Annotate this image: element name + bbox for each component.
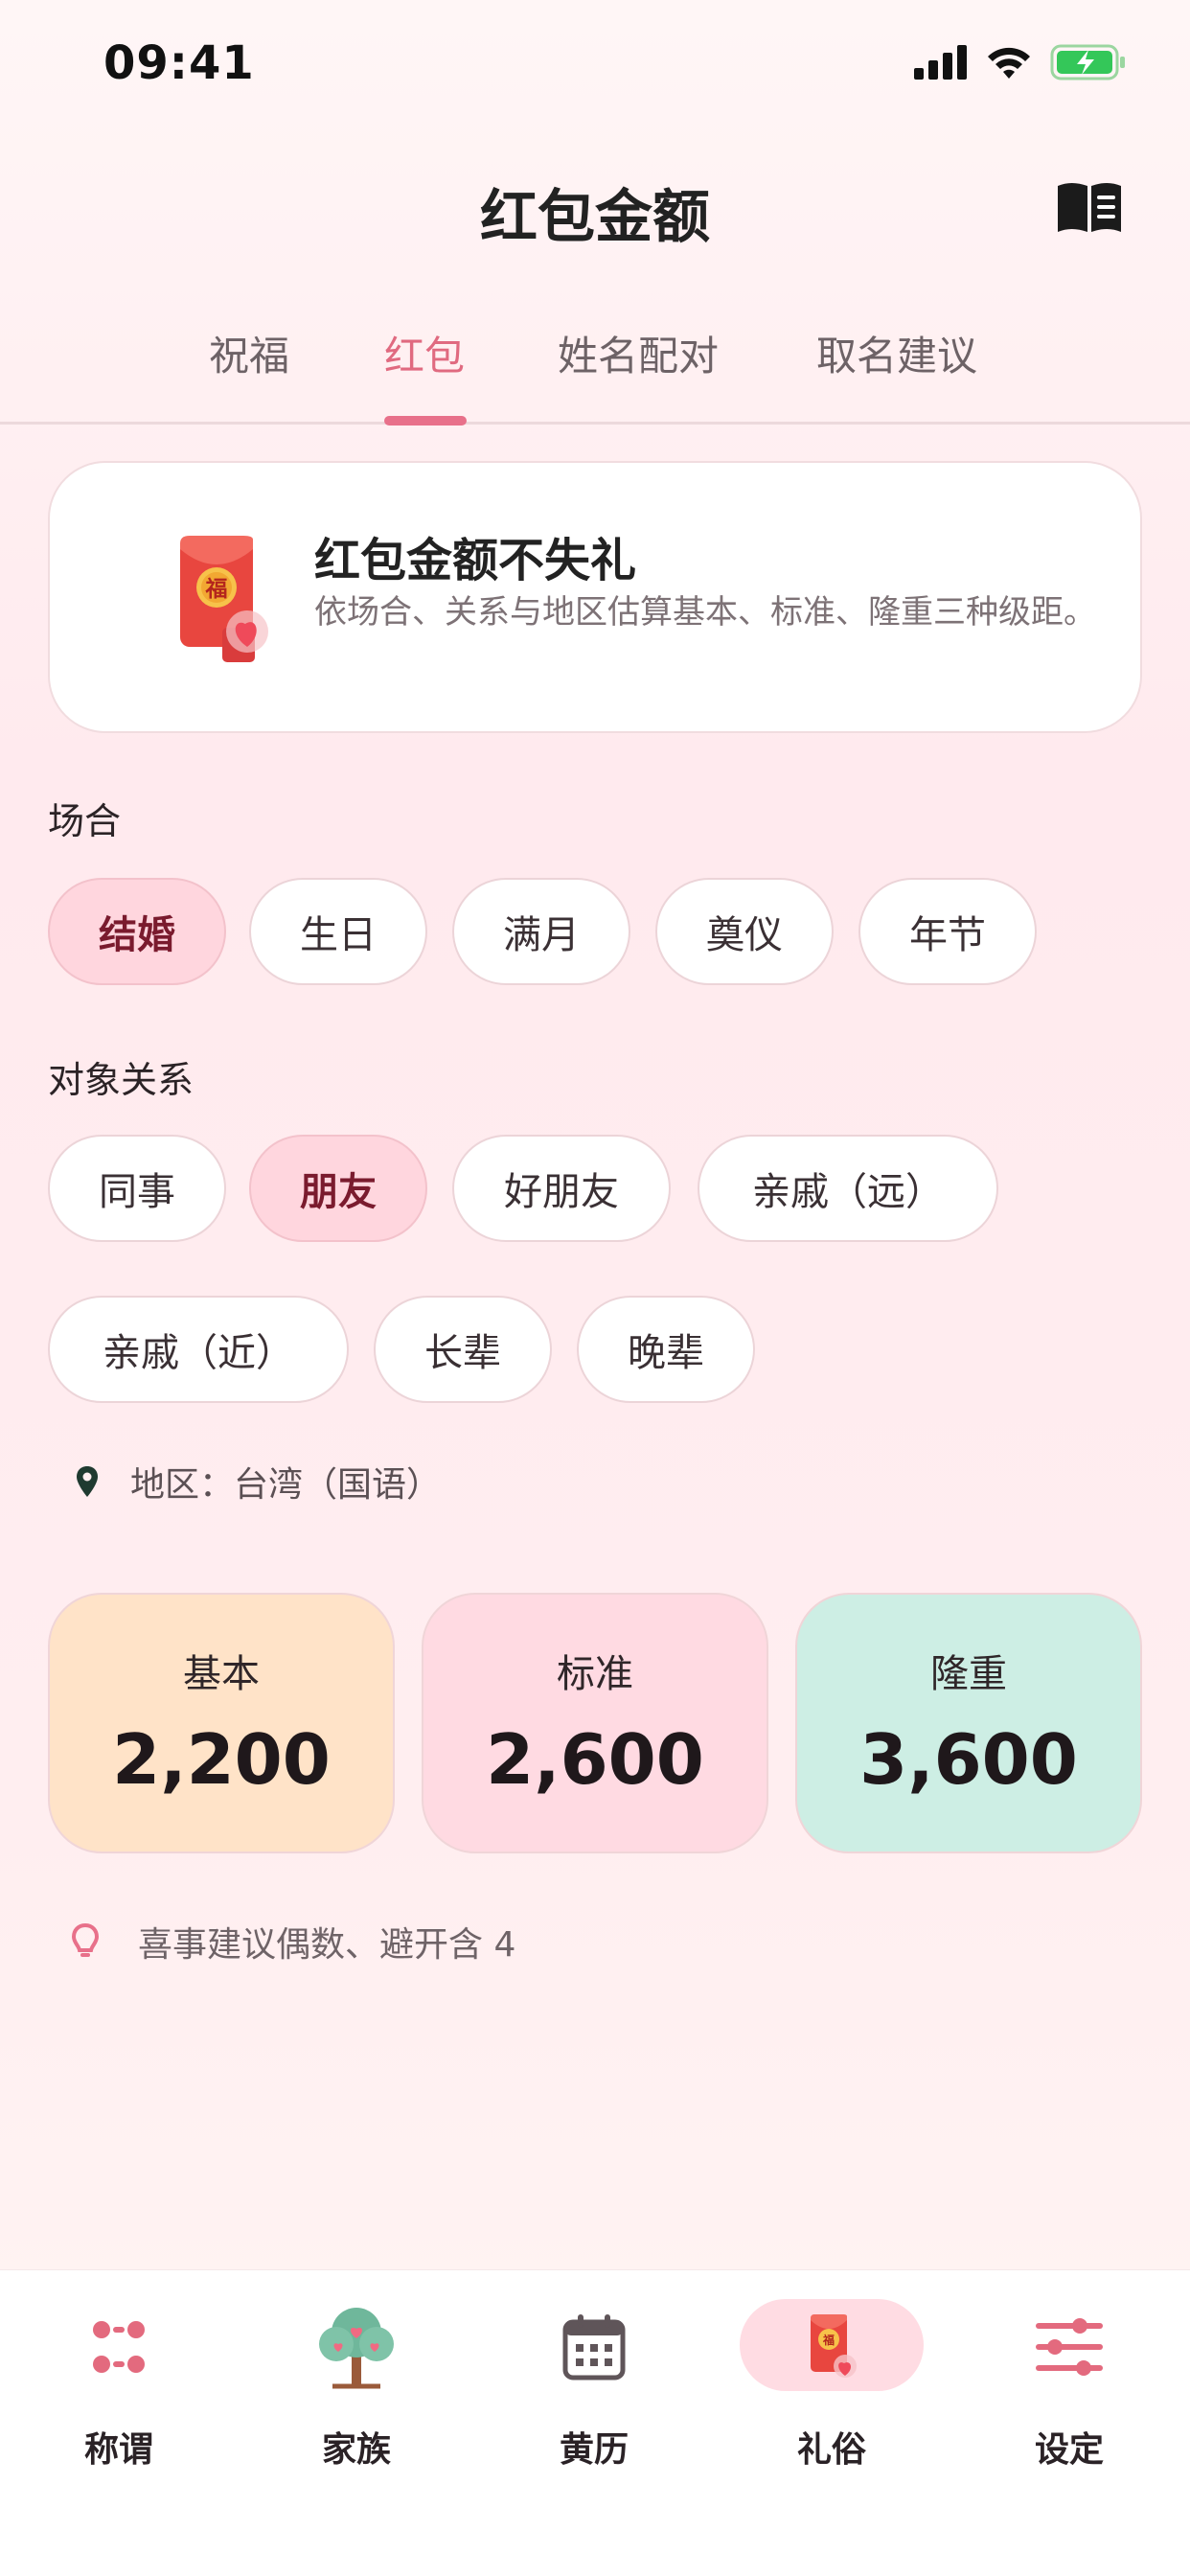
occasion-chip-funeral[interactable]: 奠仪 bbox=[655, 878, 834, 985]
nav-item-almanac[interactable]: 黄历 bbox=[475, 2270, 713, 2491]
nav-label: 称谓 bbox=[83, 2430, 153, 2470]
amount-label: 基本 bbox=[183, 1652, 260, 1696]
relation-chip-friend[interactable]: 朋友 bbox=[249, 1135, 427, 1242]
occasion-chip-wedding[interactable]: 结婚 bbox=[48, 878, 226, 985]
amount-label: 隆重 bbox=[930, 1652, 1007, 1696]
tab-blessing[interactable]: 祝福 bbox=[209, 324, 289, 382]
nav-item-customs[interactable]: 福 礼俗 bbox=[713, 2270, 950, 2491]
tip-text: 喜事建议偶数、避开含 4 bbox=[138, 1925, 516, 1965]
relation-chip-close-relative[interactable]: 亲戚（近） bbox=[48, 1296, 349, 1403]
battery-charging-icon bbox=[1050, 44, 1125, 80]
occasion-label: 场合 bbox=[48, 800, 122, 842]
relation-chip-elder[interactable]: 长辈 bbox=[374, 1296, 552, 1403]
occasion-chip-full-month[interactable]: 满月 bbox=[452, 878, 630, 985]
book-icon[interactable] bbox=[1056, 180, 1123, 234]
relation-label: 对象关系 bbox=[48, 1059, 195, 1101]
signal-icon bbox=[914, 45, 967, 80]
nav-label: 黄历 bbox=[559, 2430, 629, 2470]
red-envelope-icon: 福 bbox=[180, 536, 268, 662]
nav-item-titles[interactable]: 称谓 bbox=[0, 2270, 238, 2491]
calendar-icon bbox=[562, 2314, 626, 2380]
relation-chip-close-friend[interactable]: 好朋友 bbox=[452, 1135, 671, 1242]
family-tree-icon bbox=[319, 2308, 394, 2389]
sliders-icon bbox=[1036, 2318, 1103, 2376]
amount-value: 2,600 bbox=[486, 1719, 704, 1800]
red-envelope-icon: 福 bbox=[811, 2314, 857, 2378]
fu-character: 福 bbox=[205, 577, 228, 602]
nav-label: 礼俗 bbox=[796, 2430, 866, 2470]
tab-bar: 祝福 红包 姓名配对 取名建议 bbox=[0, 305, 1190, 426]
tab-name-match[interactable]: 姓名配对 bbox=[558, 324, 719, 382]
nav-item-family[interactable]: 家族 bbox=[238, 2270, 475, 2491]
svg-text:福: 福 bbox=[822, 2333, 835, 2347]
amount-card-basic: 基本 2,200 bbox=[48, 1593, 395, 1853]
lightbulb-icon bbox=[71, 1922, 100, 1957]
relation-chip-colleague[interactable]: 同事 bbox=[48, 1135, 226, 1242]
relation-chip-distant-relative[interactable]: 亲戚（远） bbox=[698, 1135, 998, 1242]
tab-active-indicator bbox=[384, 416, 467, 426]
occasion-chip-new-year[interactable]: 年节 bbox=[858, 878, 1037, 985]
status-bar: 09:41 bbox=[0, 0, 1190, 125]
nav-item-settings[interactable]: 设定 bbox=[950, 2270, 1188, 2491]
nav-label: 设定 bbox=[1034, 2430, 1104, 2470]
tip-row: 喜事建议偶数、避开含 4 bbox=[71, 1917, 515, 1966]
nav-label: 家族 bbox=[321, 2430, 391, 2470]
wifi-icon bbox=[988, 47, 1030, 79]
tab-red-envelope[interactable]: 红包 bbox=[384, 324, 465, 382]
app-header: 红包金额 bbox=[0, 134, 1190, 278]
amount-value: 3,600 bbox=[859, 1719, 1078, 1800]
dots-grid-icon bbox=[93, 2321, 145, 2373]
bottom-nav: 称谓 家族 黄历 福 礼俗 设定 bbox=[0, 2269, 1190, 2576]
tab-naming-advice[interactable]: 取名建议 bbox=[816, 324, 977, 382]
hero-card: 福 红包金额不失礼 依场合、关系与地区估算基本、标准、隆重三种级距。 bbox=[48, 461, 1142, 733]
status-time: 09:41 bbox=[103, 36, 255, 90]
hero-description: 依场合、关系与地区估算基本、标准、隆重三种级距。 bbox=[314, 593, 1096, 632]
amount-value: 2,200 bbox=[112, 1719, 331, 1800]
hero-title: 红包金额不失礼 bbox=[314, 534, 637, 587]
region-row[interactable]: 地区：台湾（国语） bbox=[77, 1457, 441, 1506]
amount-label: 标准 bbox=[557, 1652, 633, 1696]
page-title: 红包金额 bbox=[480, 184, 710, 251]
occasion-chip-birthday[interactable]: 生日 bbox=[249, 878, 427, 985]
status-icons bbox=[914, 44, 1127, 80]
region-text: 地区：台湾（国语） bbox=[130, 1465, 442, 1505]
relation-chip-junior[interactable]: 晚辈 bbox=[577, 1296, 755, 1403]
location-pin-icon bbox=[77, 1466, 98, 1497]
amount-card-standard: 标准 2,600 bbox=[422, 1593, 768, 1853]
amount-card-grand: 隆重 3,600 bbox=[795, 1593, 1142, 1853]
